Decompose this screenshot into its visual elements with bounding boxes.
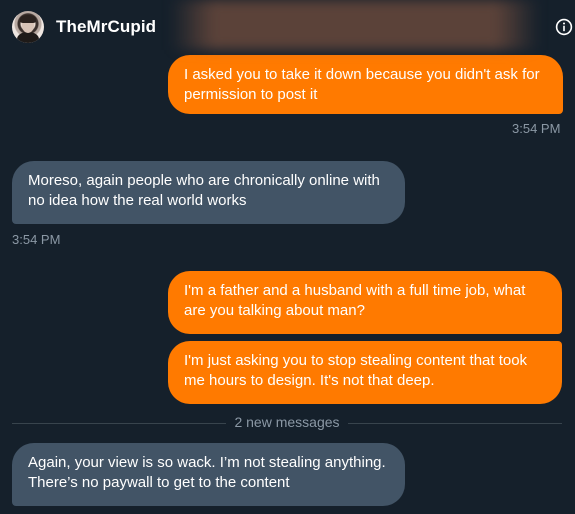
message-bubble-received[interactable]: Again, your view is so wack. I’m not ste… — [12, 443, 405, 506]
message-timestamp: 3:54 PM — [12, 232, 61, 247]
message-bubble-received[interactable]: Moreso, again people who are chronically… — [12, 161, 405, 224]
message-text: I'm just asking you to stop stealing con… — [184, 352, 528, 389]
message-text: I'm a father and a husband with a full t… — [184, 282, 526, 319]
message-text: Again, your view is so wack. I’m not ste… — [28, 454, 386, 491]
dm-conversation: TheMrCupid I asked you to take it down b… — [0, 0, 575, 514]
avatar-hair — [20, 15, 36, 23]
new-messages-divider: 2 new messages — [234, 414, 340, 430]
redacted-header-area — [170, 0, 540, 50]
message-text: Moreso, again people who are chronically… — [28, 172, 380, 209]
message-text: I asked you to take it down because you … — [184, 66, 540, 103]
avatar-body — [17, 32, 39, 43]
message-bubble-sent[interactable]: I'm a father and a husband with a full t… — [168, 271, 562, 334]
divider-line-right — [348, 423, 562, 424]
info-icon[interactable] — [555, 18, 573, 36]
message-bubble-sent[interactable]: I'm just asking you to stop stealing con… — [168, 341, 562, 404]
message-timestamp: 3:54 PM — [512, 121, 561, 136]
conversation-header: TheMrCupid — [0, 0, 575, 54]
message-bubble-sent[interactable]: I asked you to take it down because you … — [168, 55, 563, 114]
avatar[interactable] — [12, 11, 44, 43]
contact-name[interactable]: TheMrCupid — [56, 17, 156, 37]
divider-line-left — [12, 423, 226, 424]
